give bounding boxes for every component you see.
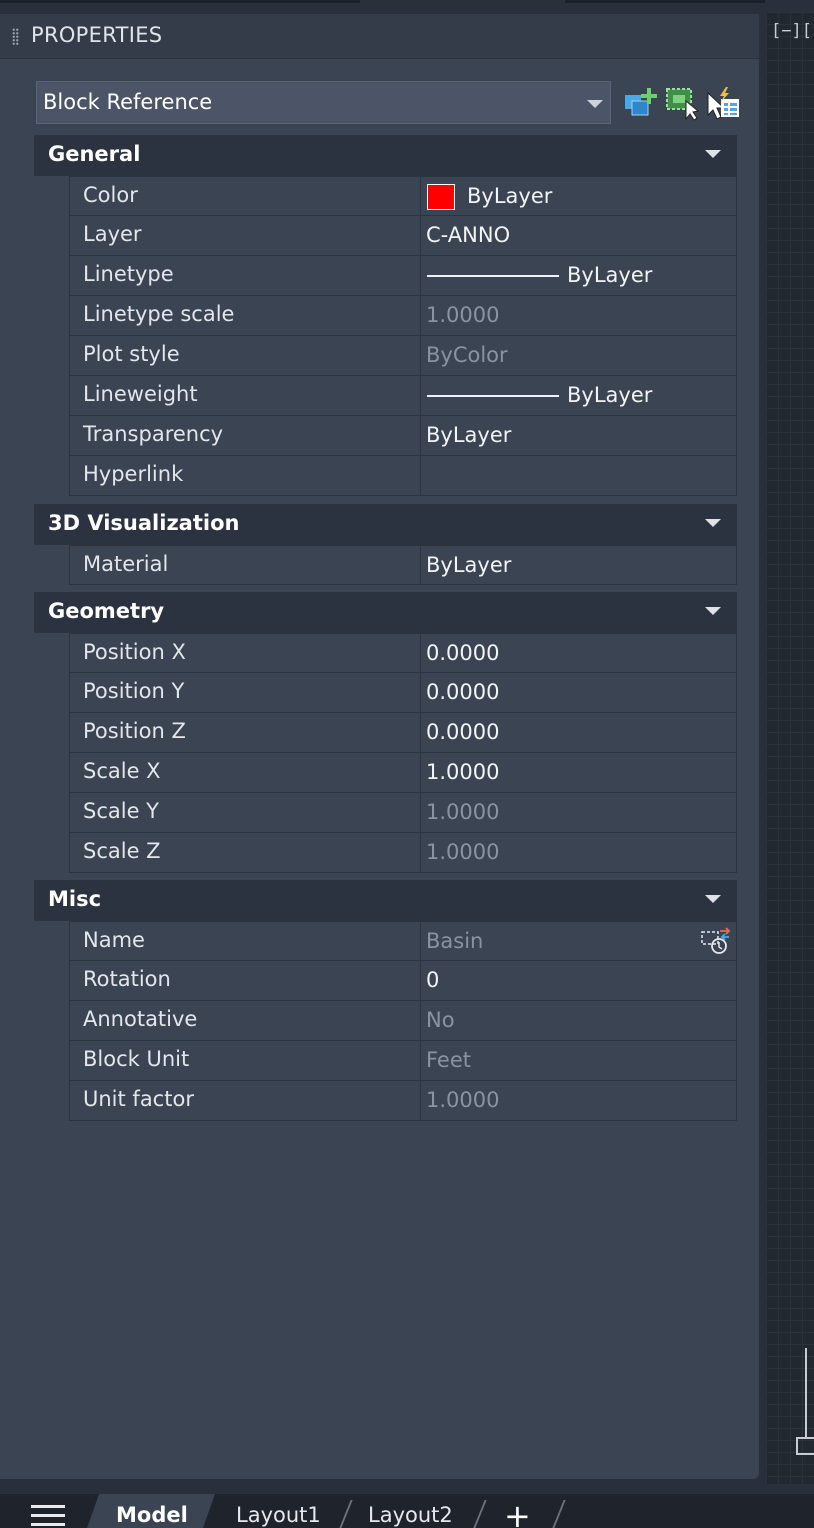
section-misc-header[interactable]: Misc	[34, 880, 737, 921]
section-title: Geometry	[48, 599, 165, 623]
top-strip	[0, 0, 814, 4]
tab-model[interactable]: Model	[116, 1503, 188, 1527]
section-title: 3D Visualization	[48, 511, 240, 535]
lineweight-preview	[427, 395, 559, 397]
property-row-lineweight[interactable]: Lineweight ByLayer	[69, 376, 737, 416]
property-value: 1.0000	[426, 760, 500, 784]
property-row-position-y[interactable]: Position Y 0.0000	[69, 673, 737, 713]
property-name: Plot style	[83, 342, 180, 366]
property-row-scale-z[interactable]: Scale Z 1.0000	[69, 833, 737, 873]
property-value: 1.0000	[426, 800, 500, 824]
property-name: Layer	[83, 222, 142, 246]
chevron-down-icon[interactable]	[705, 607, 721, 615]
property-name: Annotative	[83, 1007, 198, 1031]
property-row-scale-x[interactable]: Scale X 1.0000	[69, 753, 737, 793]
property-row-name[interactable]: Name Basin	[69, 921, 737, 961]
property-value: 1.0000	[426, 303, 500, 327]
object-type-dropdown[interactable]: Block Reference	[36, 81, 611, 124]
property-value: ByLayer	[567, 263, 653, 287]
property-name: Position Y	[83, 679, 185, 703]
property-row-linetype-scale[interactable]: Linetype scale 1.0000	[69, 296, 737, 336]
property-name: Unit factor	[83, 1087, 194, 1111]
property-row-layer[interactable]: Layer C-ANNO	[69, 216, 737, 256]
section-3d-visualization-header[interactable]: 3D Visualization	[34, 504, 737, 545]
property-row-annotative[interactable]: Annotative No	[69, 1001, 737, 1041]
property-name: Rotation	[83, 967, 171, 991]
property-name: Scale X	[83, 759, 161, 783]
property-row-rotation[interactable]: Rotation 0	[69, 961, 737, 1001]
visualization-properties: Material ByLayer	[69, 545, 737, 585]
property-name: Linetype scale	[83, 302, 235, 326]
color-swatch	[427, 184, 455, 210]
property-name: Position X	[83, 640, 186, 664]
section-title: Misc	[48, 887, 102, 911]
linetype-preview	[427, 275, 559, 277]
property-row-block-unit[interactable]: Block Unit Feet	[69, 1041, 737, 1081]
property-value: 0.0000	[426, 720, 500, 744]
property-name: Material	[83, 552, 169, 576]
property-name: Linetype	[83, 262, 174, 286]
panel-title: PROPERTIES	[31, 23, 163, 47]
property-value: ByLayer	[426, 553, 512, 577]
section-title: General	[48, 142, 141, 166]
property-name: Hyperlink	[83, 462, 184, 486]
toggle-pickadd-icon[interactable]	[704, 85, 740, 121]
property-name: Block Unit	[83, 1047, 190, 1071]
property-name: Color	[83, 183, 138, 207]
property-value: 0.0000	[426, 641, 500, 665]
property-value: 0.0000	[426, 680, 500, 704]
property-value: 0	[426, 968, 440, 992]
viewport-controls[interactable]: [−][	[771, 21, 812, 41]
property-name: Position Z	[83, 719, 186, 743]
property-value: 1.0000	[426, 1088, 500, 1112]
quick-select-icon[interactable]	[622, 85, 658, 121]
drawing-line	[796, 1453, 814, 1455]
property-row-position-z[interactable]: Position Z 0.0000	[69, 713, 737, 753]
property-row-color[interactable]: Color ByLayer	[69, 176, 737, 216]
block-editor-icon[interactable]	[700, 927, 732, 957]
property-name: Name	[83, 928, 145, 952]
add-layout-button[interactable]: +	[504, 1497, 531, 1528]
object-type-value: Block Reference	[43, 90, 213, 114]
property-value: ByLayer	[426, 423, 512, 447]
property-value: ByLayer	[567, 383, 653, 407]
section-general-header[interactable]: General	[34, 135, 737, 176]
property-name: Scale Z	[83, 839, 161, 863]
tab-layout1[interactable]: Layout1	[236, 1503, 321, 1527]
property-value: C-ANNO	[426, 223, 511, 247]
general-properties: Color ByLayer Layer C-ANNO Linetype ByLa…	[69, 176, 737, 496]
property-row-transparency[interactable]: Transparency ByLayer	[69, 416, 737, 456]
property-name: Transparency	[83, 422, 224, 446]
property-value: Basin	[426, 929, 484, 953]
drawing-canvas[interactable]	[766, 12, 814, 1484]
property-value: ByLayer	[467, 184, 553, 208]
property-row-material[interactable]: Material ByLayer	[69, 545, 737, 585]
property-row-scale-y[interactable]: Scale Y 1.0000	[69, 793, 737, 833]
chevron-down-icon[interactable]	[705, 150, 721, 158]
property-row-plot-style[interactable]: Plot style ByColor	[69, 336, 737, 376]
property-value: No	[426, 1008, 455, 1032]
drag-grip-icon[interactable]	[12, 28, 19, 46]
chevron-down-icon	[587, 100, 603, 108]
property-value: 1.0000	[426, 840, 500, 864]
chevron-down-icon[interactable]	[705, 519, 721, 527]
property-value: Feet	[426, 1048, 472, 1072]
property-row-linetype[interactable]: Linetype ByLayer	[69, 256, 737, 296]
property-name: Lineweight	[83, 382, 198, 406]
drawing-line	[805, 1348, 807, 1438]
section-geometry-header[interactable]: Geometry	[34, 592, 737, 633]
property-row-hyperlink[interactable]: Hyperlink	[69, 456, 737, 496]
select-objects-icon[interactable]	[664, 85, 700, 121]
property-row-position-x[interactable]: Position X 0.0000	[69, 633, 737, 673]
drawing-line	[796, 1437, 814, 1439]
geometry-properties: Position X 0.0000 Position Y 0.0000 Posi…	[69, 633, 737, 873]
hamburger-menu-icon[interactable]	[31, 1505, 65, 1527]
tab-layout2[interactable]: Layout2	[368, 1503, 453, 1527]
chevron-down-icon[interactable]	[705, 895, 721, 903]
property-row-unit-factor[interactable]: Unit factor 1.0000	[69, 1081, 737, 1121]
property-name: Scale Y	[83, 799, 160, 823]
misc-properties: Name Basin Rotation 0 Annotative No Bloc…	[69, 921, 737, 1121]
property-value: ByColor	[426, 343, 508, 367]
